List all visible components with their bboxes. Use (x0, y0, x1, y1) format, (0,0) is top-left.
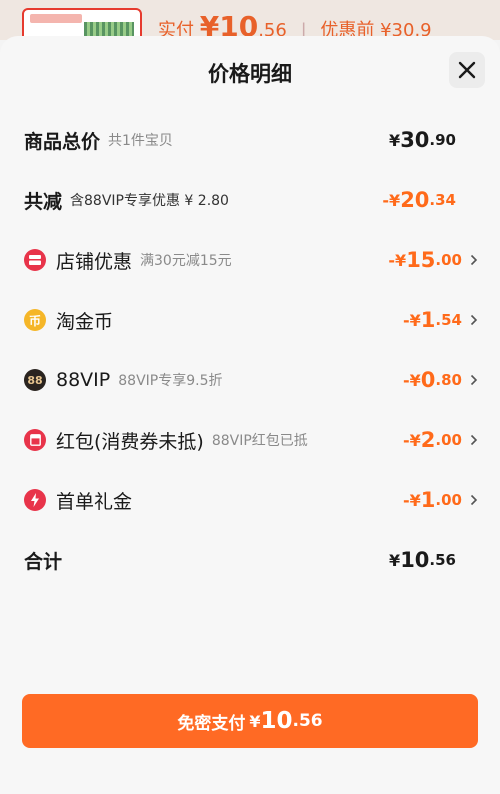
pay-button-amount-dec: .56 (292, 711, 323, 731)
sheet-title: 价格明细 (208, 62, 292, 86)
thumbnail-tag (30, 14, 82, 23)
row-amount: -¥ 1.00 (403, 488, 478, 512)
row-sub: 88VIP专享9.5折 (118, 373, 223, 389)
amount-currency: -¥ (403, 310, 421, 330)
row-label: 商品总价 (24, 130, 101, 153)
chevron-right-icon (470, 494, 478, 506)
amount-dec: .54 (435, 311, 462, 329)
pay-button-label: 免密支付 (177, 713, 246, 734)
amount-currency: ¥ (389, 550, 401, 570)
row-amount: -¥ 20.34 (382, 188, 456, 212)
taojinbi-coin-icon: 币 (24, 309, 46, 331)
amount-dec: .00 (435, 251, 462, 269)
red-envelope-icon (24, 429, 46, 451)
first-order-gift-icon (24, 489, 46, 511)
row-total-reduction: 共减 含88VIP专享优惠 ¥ 2.80 -¥ 20.34 (0, 180, 500, 220)
amount-currency: -¥ (403, 370, 421, 390)
pay-button-amount-int: 10 (260, 708, 293, 734)
row-amount: ¥30.90 (389, 128, 456, 152)
amount-currency: -¥ (382, 190, 401, 210)
row-label: 首单礼金 (56, 490, 133, 513)
amount-currency: ¥ (389, 130, 401, 150)
amount-int: 1 (420, 488, 436, 512)
amount-dec: .80 (435, 371, 462, 389)
amount-dec: .34 (429, 191, 456, 209)
row-label: 店铺优惠 (56, 250, 133, 273)
shop-discount-icon (24, 249, 46, 271)
row-amount: ¥10.56 (389, 548, 456, 572)
amount-int: 20 (400, 188, 430, 212)
row-first-order-gift[interactable]: 首单礼金 -¥ 1.00 (0, 480, 500, 520)
row-label: 淘金币 (56, 310, 114, 333)
row-amount: -¥ 0.80 (403, 368, 478, 392)
amount-int: 1 (420, 308, 436, 332)
row-label: 红包(消费券未抵) (56, 430, 204, 453)
amount-dec: .00 (435, 431, 462, 449)
amount-currency: -¥ (403, 490, 421, 510)
amount-currency: -¥ (403, 430, 421, 450)
row-sub: 共1件宝贝 (108, 133, 173, 149)
row-red-envelope[interactable]: 红包(消费券未抵) 88VIP红包已抵 -¥ 2.00 (0, 420, 500, 460)
amount-int: 10 (400, 548, 430, 572)
row-label: 共减 (24, 190, 63, 213)
chevron-right-icon (470, 434, 478, 446)
row-sub: 满30元减15元 (140, 253, 232, 269)
row-total: 合计 ¥10.56 (0, 540, 500, 580)
amount-int: 15 (406, 248, 436, 272)
chevron-right-icon (470, 314, 478, 326)
88vip-icon: 88 (24, 369, 46, 391)
close-icon (458, 61, 476, 79)
amount-dec: .56 (429, 551, 456, 569)
pay-button-currency: ¥ (249, 711, 261, 731)
row-label: 合计 (24, 550, 63, 573)
row-amount: -¥ 15.00 (388, 248, 478, 272)
row-shop-discount[interactable]: 店铺优惠 满30元减15元 -¥ 15.00 (0, 240, 500, 280)
row-sub: 含88VIP专享优惠 ¥ 2.80 (70, 193, 229, 209)
amount-dec: .90 (429, 131, 456, 149)
amount-int: 0 (420, 368, 436, 392)
password-free-pay-button[interactable]: 免密支付 ¥10.56 (22, 694, 478, 748)
price-detail-sheet: 价格明细 商品总价 共1件宝贝 ¥30.90 共减 含88VIP专享优惠 ¥ 2… (0, 36, 500, 794)
row-88vip[interactable]: 88 88VIP 88VIP专享9.5折 -¥ 0.80 (0, 360, 500, 400)
amount-dec: .00 (435, 491, 462, 509)
amount-int: 30 (400, 128, 430, 152)
close-button[interactable] (449, 52, 485, 88)
amount-int: 2 (420, 428, 436, 452)
amount-currency: -¥ (388, 250, 407, 270)
chevron-right-icon (470, 254, 478, 266)
chevron-right-icon (470, 374, 478, 386)
row-amount: -¥ 2.00 (403, 428, 478, 452)
row-amount: -¥ 1.54 (403, 308, 478, 332)
row-label: 88VIP (56, 369, 111, 391)
row-sub: 88VIP红包已抵 (211, 433, 308, 449)
row-taojinbi[interactable]: 币 淘金币 -¥ 1.54 (0, 300, 500, 340)
row-goods-total: 商品总价 共1件宝贝 ¥30.90 (0, 120, 500, 160)
